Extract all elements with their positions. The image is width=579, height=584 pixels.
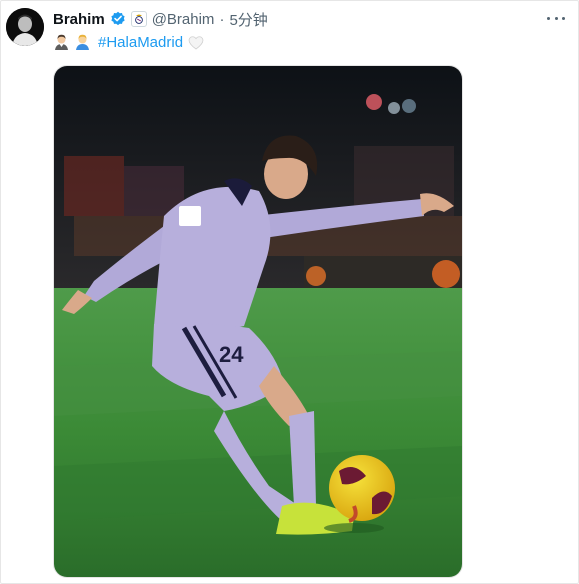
- tweet-text: #HalaMadrid: [53, 32, 204, 52]
- white-heart-emoji-icon: [188, 35, 204, 50]
- real-madrid-crest-icon[interactable]: [130, 11, 147, 27]
- tweet-media-photo[interactable]: 24: [53, 65, 463, 578]
- verified-badge-icon: [110, 11, 126, 27]
- hashtag-link[interactable]: #HalaMadrid: [98, 34, 183, 51]
- jersey-number: 24: [219, 342, 244, 367]
- more-options-icon[interactable]: [547, 10, 565, 26]
- man-emoji-icon: [53, 33, 70, 51]
- timestamp[interactable]: 5分钟: [229, 9, 267, 30]
- tweet-header: Brahim @Brahim · 5分钟: [53, 9, 268, 29]
- display-name[interactable]: Brahim: [53, 11, 105, 28]
- avatar[interactable]: [6, 8, 44, 46]
- man-emoji-icon: [74, 33, 91, 51]
- separator-dot: ·: [219, 10, 225, 28]
- user-handle[interactable]: @Brahim: [152, 11, 215, 28]
